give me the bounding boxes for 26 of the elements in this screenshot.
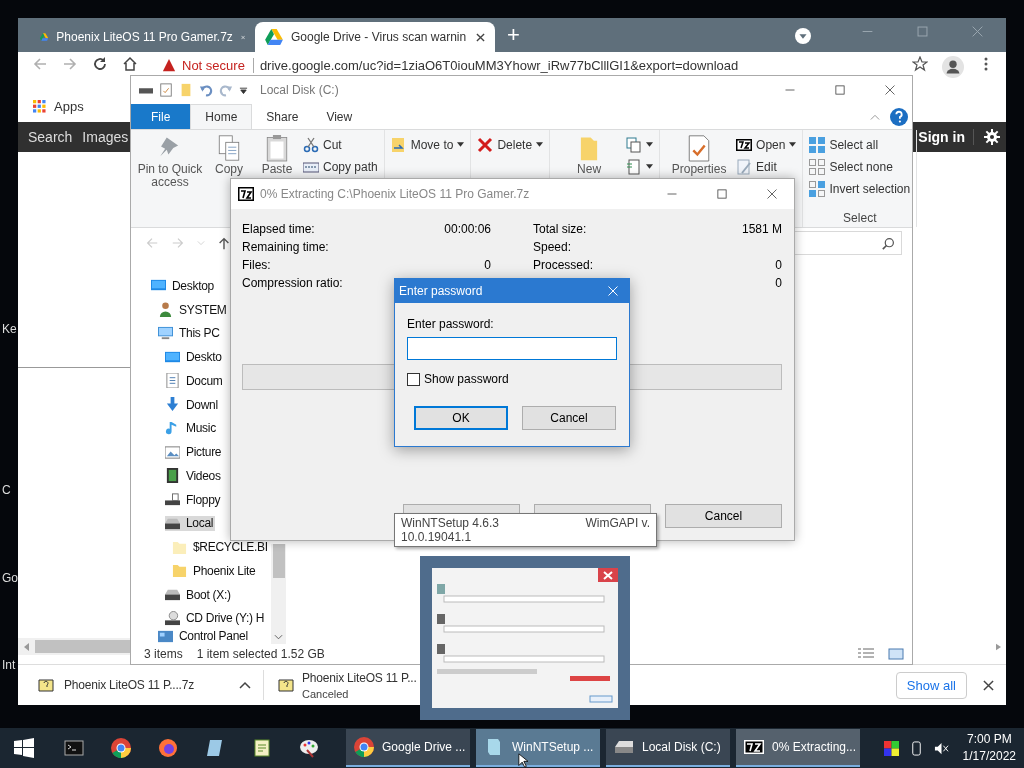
stat-value: 0: [775, 258, 782, 272]
tooltip-text: 10.0.19041.1: [401, 530, 472, 544]
window-title: 0% Extracting C:\Phoenix LiteOS 11 Pro Gamer.7z: [260, 187, 530, 201]
window-title: Local Disk (C:): [260, 83, 339, 97]
field-label: Enter password:: [407, 317, 494, 331]
status-text: 1 item selected 1.52 GB: [196, 647, 325, 661]
stat-label: Elapsed time:: [242, 222, 315, 236]
stat-label: Files:: [242, 258, 271, 272]
desktop-icon-label: Ke: [2, 322, 17, 336]
desktop-icon-label: Go: [2, 571, 18, 585]
desktop-icon-label: Int: [2, 658, 16, 672]
stat-value: 00:00:06: [444, 222, 491, 236]
stat-label: Speed:: [533, 240, 572, 254]
stat-value: 1581 M: [741, 222, 782, 236]
tooltip-text: WimGAPI v.: [585, 516, 650, 530]
dialog-title: Enter password: [399, 284, 484, 298]
stat-value: 0: [484, 258, 491, 272]
status-text: 3 items: [144, 647, 183, 661]
ribbon-group-label: Select: [842, 211, 878, 225]
stat-label: Processed:: [533, 258, 594, 272]
stat-label: Remaining time:: [242, 240, 329, 254]
stat-label: Compression ratio:: [242, 276, 343, 290]
stat-value: 0: [775, 276, 782, 290]
desktop-icon-label: C: [2, 483, 11, 497]
tooltip-text: WinNTSetup 4.6.3: [401, 516, 500, 530]
stat-label: Total size:: [533, 222, 587, 236]
